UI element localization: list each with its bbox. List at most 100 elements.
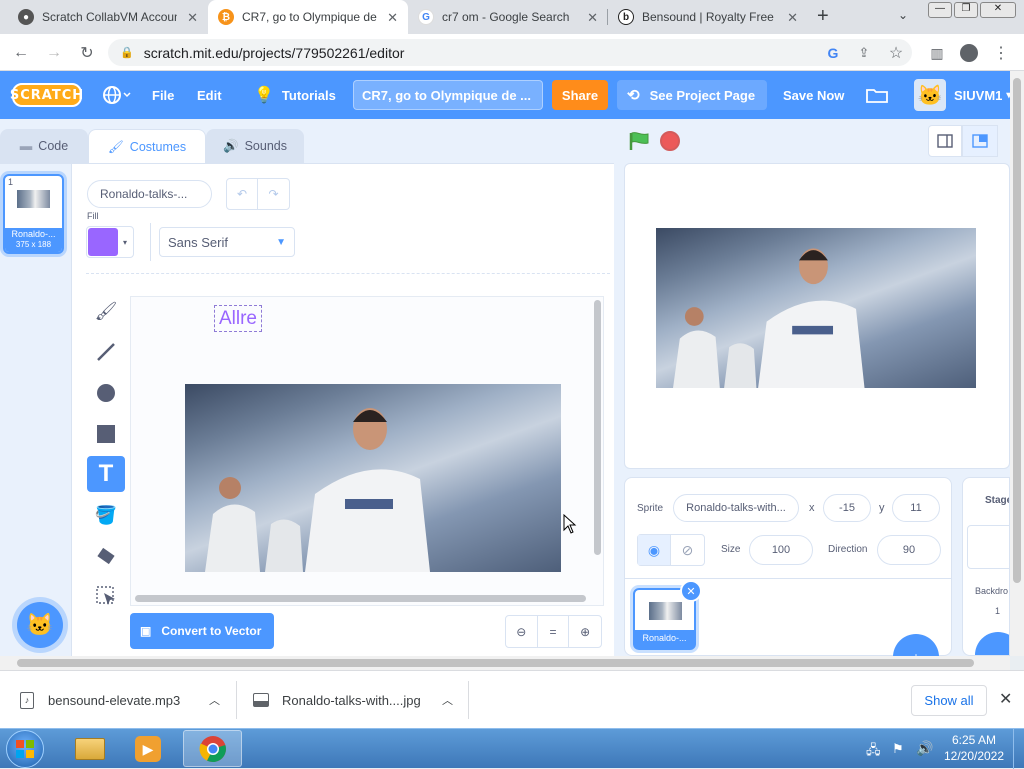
costume-tile[interactable]: 1 Ronaldo-... 375 x 188 [3,174,64,254]
share-button[interactable]: Share [552,80,608,110]
show-desktop-button[interactable] [1013,729,1024,769]
chevron-up-icon[interactable]: ︿ [442,692,453,708]
browser-tab-scratch[interactable]: ₿ CR7, go to Olympique de ✕ [208,0,408,34]
back-arrow-icon[interactable]: ← [10,42,32,64]
choose-costume-button[interactable]: 🐱 [17,602,63,648]
window-close-icon[interactable]: ✕ [980,2,1016,18]
explorer-taskbar-icon[interactable] [66,732,114,766]
convert-to-vector-button[interactable]: ▣ Convert to Vector [130,613,274,649]
zoom-reset-button[interactable]: = [538,616,570,647]
vertical-scrollbar[interactable] [594,300,601,555]
download-item[interactable]: ♪ bensound-elevate.mp3 ︿ [20,671,235,729]
size-input[interactable]: 100 [749,535,813,565]
x-position-input[interactable]: -15 [823,494,871,522]
side-panel-icon[interactable]: ▥ [926,42,948,64]
save-now-button[interactable]: Save Now [783,71,844,119]
direction-input[interactable]: 90 [877,535,941,565]
image-icon: ▣ [140,624,152,638]
font-select[interactable]: Sans Serif ▼ [159,227,295,257]
minimize-icon[interactable]: — [928,2,952,18]
bookmark-star-icon[interactable]: ☆ [885,42,907,64]
canvas-text-object[interactable]: Allre [214,305,262,332]
close-tab-icon[interactable]: ✕ [787,10,798,26]
small-stage-icon[interactable] [928,125,962,157]
restore-icon[interactable]: ❐ [954,2,978,18]
tab-code[interactable]: ▬ Code [0,129,88,163]
zoom-out-icon[interactable]: ⊖ [506,616,538,647]
browser-tab-google[interactable]: G cr7 om - Google Search ✕ [408,0,608,34]
project-title-field[interactable]: CR7, go to Olympique de ... [353,80,543,110]
chevron-up-icon[interactable]: ︿ [209,692,220,708]
share-page-icon[interactable]: ⇪ [853,42,875,64]
profile-icon[interactable] [958,42,980,64]
paint-canvas[interactable]: Allre [130,296,604,606]
edit-menu[interactable]: Edit [197,71,222,119]
undo-icon[interactable]: ↶ [227,179,259,209]
show-all-button[interactable]: Show all [911,685,987,716]
file-menu[interactable]: File [152,71,174,119]
redo-icon[interactable]: ↷ [258,179,289,209]
normal-stage-icon[interactable] [962,125,998,157]
horizontal-scrollbar[interactable] [135,595,586,602]
speaker-icon: 🔊 [223,138,239,153]
hide-eye-icon[interactable]: ⊘ [671,535,704,565]
reload-icon[interactable]: ↻ [76,42,98,64]
tab-search-icon[interactable]: ⌄ [898,8,908,22]
stage[interactable] [624,163,1010,469]
tab-sounds[interactable]: 🔊 Sounds [206,129,304,163]
url-field[interactable]: 🔒 scratch.mit.edu/projects/779502261/edi… [108,39,912,66]
choose-backdrop-button[interactable] [975,632,1009,655]
google-lens-icon[interactable]: G [822,42,844,64]
action-center-icon[interactable]: ⚑ [892,741,904,757]
tab-title: Scratch CollabVM Accoun [42,10,177,24]
divider [236,681,237,719]
stage-sprite-image[interactable] [656,228,976,388]
green-flag-icon[interactable] [628,131,650,151]
scratch-logo[interactable]: SCRATCH [10,71,83,119]
download-item[interactable]: Ronaldo-talks-with....jpg ︿ [253,671,468,729]
brush-tool-icon[interactable]: 🖌 [87,293,125,329]
language-globe-icon[interactable] [102,71,132,119]
page-vertical-scrollbar[interactable] [1010,71,1024,656]
fill-color-picker[interactable]: ▾ [86,226,134,258]
my-stuff-folder-icon[interactable] [866,71,888,119]
forward-arrow-icon[interactable]: → [43,42,65,64]
stage-selector-panel[interactable]: Stage Backdro 1 [962,477,1010,656]
scroll-thumb[interactable] [1013,78,1021,583]
close-tab-icon[interactable]: ✕ [387,10,398,26]
show-eye-icon[interactable]: ◉ [638,535,672,565]
browser-tab-bensound[interactable]: b Bensound | Royalty Free M ✕ [608,0,808,34]
browser-menu-icon[interactable]: ⋮ [990,42,1012,64]
text-tool-icon[interactable]: T [87,456,125,492]
eraser-tool-icon[interactable] [87,538,125,574]
tab-costumes[interactable]: 🖌 Costumes [88,129,206,164]
select-tool-icon[interactable] [87,578,125,614]
fill-bucket-tool-icon[interactable]: 🪣 [87,497,125,533]
close-downloads-icon[interactable]: ✕ [999,689,1012,709]
page-horizontal-scrollbar[interactable] [0,656,1010,670]
zoom-in-icon[interactable]: ⊕ [569,616,601,647]
circle-tool-icon[interactable] [87,375,125,411]
volume-icon[interactable]: 🔊 [916,740,933,757]
tutorials-button[interactable]: 💡 Tutorials [254,71,336,119]
delete-sprite-icon[interactable]: ✕ [680,580,702,602]
scroll-thumb[interactable] [17,659,974,667]
sprite-name-input[interactable]: Ronaldo-talks-with... [673,494,799,522]
clock[interactable]: 6:25 AM 12/20/2022 [940,733,1008,763]
line-tool-icon[interactable] [87,334,125,370]
new-tab-icon[interactable]: + [817,5,829,28]
y-position-input[interactable]: 11 [892,494,940,522]
ronaldo-photo[interactable] [185,384,561,572]
close-tab-icon[interactable]: ✕ [587,10,598,26]
rectangle-tool-icon[interactable] [87,416,125,452]
costume-name-input[interactable]: Ronaldo-talks-... [87,180,212,208]
browser-tab-collabvm[interactable]: ● Scratch CollabVM Accoun ✕ [8,0,208,34]
close-tab-icon[interactable]: ✕ [187,10,198,26]
start-button[interactable] [6,730,44,768]
account-menu[interactable]: 🐱 SIUVM1 ▾ [914,71,1011,119]
see-project-page-button[interactable]: ⟲ See Project Page [617,80,767,110]
stop-icon[interactable] [660,131,680,151]
network-icon[interactable]: 🖧 [866,741,881,763]
chrome-taskbar-icon[interactable] [183,730,242,767]
media-player-taskbar-icon[interactable]: ▶ [124,732,172,766]
